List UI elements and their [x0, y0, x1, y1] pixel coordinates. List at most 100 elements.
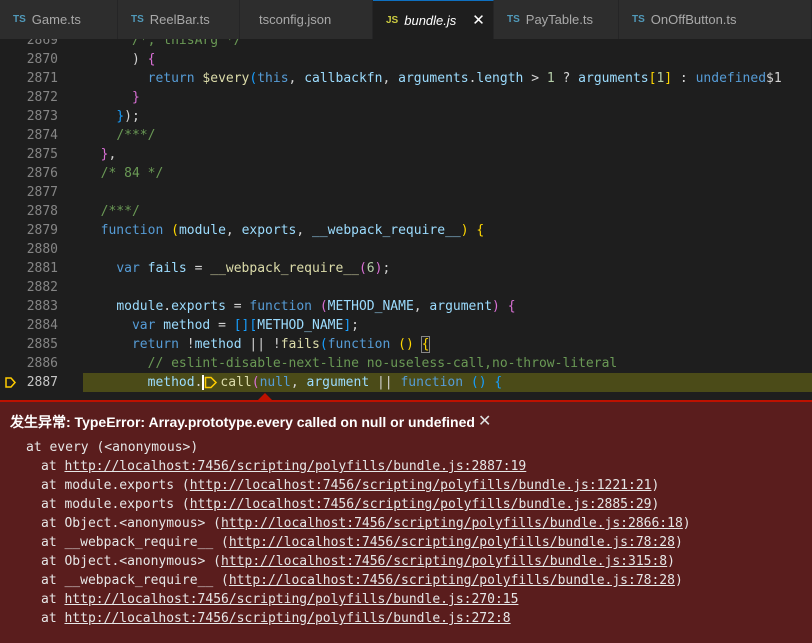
stack-frame: at http://localhost:7456/scripting/polyf…: [41, 590, 518, 609]
line-number: 2871: [26, 71, 58, 86]
code-text[interactable]: return !method || !fails(function () {: [85, 335, 431, 354]
close-icon[interactable]: ✕: [478, 411, 491, 431]
stack-frame-prefix: at __webpack_require__ (: [41, 535, 229, 550]
code-line[interactable]: 2874 /***/: [0, 126, 812, 145]
stack-frame-suffix: ): [674, 535, 683, 550]
stack-frame-prefix: at __webpack_require__ (: [41, 573, 229, 588]
code-line[interactable]: 2877: [0, 183, 812, 202]
line-number: 2878: [26, 204, 58, 219]
tab-paytable-ts[interactable]: TS PayTable.ts: [494, 0, 619, 39]
code-text[interactable]: }: [85, 88, 140, 107]
line-number: 2881: [26, 261, 58, 276]
line-number: 2879: [26, 223, 58, 238]
line-number: 2874: [26, 128, 58, 143]
tab-label: OnOffButton.ts: [650, 12, 737, 27]
line-number: 2873: [26, 109, 58, 124]
ts-file-icon: TS: [131, 14, 144, 25]
code-line[interactable]: 2876 /* 84 */: [0, 164, 812, 183]
code-line[interactable]: 2881 var fails = __webpack_require__(6);: [0, 259, 812, 278]
code-line[interactable]: 2875 },: [0, 145, 812, 164]
code-line[interactable]: 2886 // eslint-disable-next-line no-usel…: [0, 354, 812, 373]
tab-bundle-js[interactable]: JS bundle.js ✕: [373, 0, 494, 39]
stack-frame: at Object.<anonymous> (http://localhost:…: [41, 514, 691, 533]
code-line[interactable]: 2869 /*, thisArg */: [0, 39, 812, 50]
code-text[interactable]: ) {: [85, 50, 156, 69]
line-number: 2877: [26, 185, 58, 200]
line-number: 2882: [26, 280, 58, 295]
stack-frame-link[interactable]: http://localhost:7456/scripting/polyfill…: [221, 554, 667, 569]
code-text[interactable]: },: [85, 145, 117, 164]
exception-widget: 发生异常: TypeError: Array.prototype.every c…: [0, 400, 812, 643]
stack-frame: at module.exports (http://localhost:7456…: [41, 495, 659, 514]
line-number: 2870: [26, 52, 58, 67]
stack-frame-suffix: ): [651, 478, 660, 493]
code-line[interactable]: 2878 /***/: [0, 202, 812, 221]
tab-onoffbutton-ts[interactable]: TS OnOffButton.ts: [619, 0, 812, 39]
code-text[interactable]: method. call(null, argument || function (…: [85, 373, 502, 392]
stack-frame-link[interactable]: http://localhost:7456/scripting/polyfill…: [64, 459, 526, 474]
stack-frame-link[interactable]: http://localhost:7456/scripting/polyfill…: [229, 573, 675, 588]
stack-frame-suffix: ): [651, 497, 660, 512]
code-text[interactable]: var method = [][METHOD_NAME];: [85, 316, 359, 335]
stack-frame-prefix: at every (<anonymous>): [26, 440, 199, 455]
tab-game-ts[interactable]: TS Game.ts: [0, 0, 118, 39]
code-line[interactable]: 2880: [0, 240, 812, 259]
exception-pointer: [258, 393, 272, 400]
code-line[interactable]: 2884 var method = [][METHOD_NAME];: [0, 316, 812, 335]
line-number: 2875: [26, 147, 58, 162]
code-text[interactable]: // eslint-disable-next-line no-useless-c…: [85, 354, 618, 373]
line-number: 2876: [26, 166, 58, 181]
tab-tsconfig-json[interactable]: tsconfig.json: [240, 0, 373, 39]
stack-frame: at every (<anonymous>): [26, 438, 198, 457]
stack-frame-link[interactable]: http://localhost:7456/scripting/polyfill…: [190, 497, 652, 512]
stack-frame: at http://localhost:7456/scripting/polyf…: [41, 457, 526, 476]
code-text[interactable]: module.exports = function (METHOD_NAME, …: [85, 297, 515, 316]
stack-frame-suffix: ): [682, 516, 691, 531]
stack-frame: at __webpack_require__ (http://localhost…: [41, 571, 683, 590]
code-text[interactable]: function (module, exports, __webpack_req…: [85, 221, 485, 240]
line-number: 2887: [26, 375, 58, 390]
close-icon[interactable]: ✕: [472, 11, 485, 29]
tab-reelbar-ts[interactable]: TS ReelBar.ts: [118, 0, 240, 39]
code-line[interactable]: 2872 }: [0, 88, 812, 107]
line-number: 2886: [26, 356, 58, 371]
code-line[interactable]: 2870 ) {: [0, 50, 812, 69]
code-line[interactable]: 2885 return !method || !fails(function (…: [0, 335, 812, 354]
stack-frame: at Object.<anonymous> (http://localhost:…: [41, 552, 675, 571]
stack-frame-link[interactable]: http://localhost:7456/scripting/polyfill…: [229, 535, 675, 550]
code-line[interactable]: 2883 module.exports = function (METHOD_N…: [0, 297, 812, 316]
stack-frame-prefix: at Object.<anonymous> (: [41, 516, 222, 531]
code-text[interactable]: /***/: [85, 126, 155, 145]
code-text[interactable]: /* 84 */: [85, 164, 164, 183]
inline-breakpoint-icon[interactable]: [204, 376, 218, 389]
stack-frame-link[interactable]: http://localhost:7456/scripting/polyfill…: [64, 611, 510, 626]
stack-frame-link[interactable]: http://localhost:7456/scripting/polyfill…: [221, 516, 683, 531]
stack-frame-prefix: at Object.<anonymous> (: [41, 554, 222, 569]
ts-file-icon: TS: [632, 14, 645, 25]
ts-file-icon: TS: [13, 14, 26, 25]
code-line[interactable]: 2882: [0, 278, 812, 297]
code-line[interactable]: 2879 function (module, exports, __webpac…: [0, 221, 812, 240]
code-text[interactable]: /***/: [85, 202, 140, 221]
line-number: 2880: [26, 242, 58, 257]
stack-frame-link[interactable]: http://localhost:7456/scripting/polyfill…: [190, 478, 652, 493]
line-number: 2872: [26, 90, 58, 105]
code-line[interactable]: 2873 });: [0, 107, 812, 126]
line-number: 2883: [26, 299, 58, 314]
editor-tab-bar: TS Game.ts TS ReelBar.ts tsconfig.json JS bund…: [0, 0, 812, 39]
code-text[interactable]: var fails = __webpack_require__(6);: [85, 259, 390, 278]
stack-frame-prefix: at module.exports (: [41, 497, 190, 512]
code-line[interactable]: 2871 return $every(this, callbackfn, arg…: [0, 69, 812, 88]
code-line[interactable]: 2887 method. call(null, argument || funct…: [0, 373, 812, 392]
code-editor[interactable]: 2869 /*, thisArg */2870 ) {2871 return $…: [0, 39, 812, 400]
code-text[interactable]: return $every(this, callbackfn, argument…: [85, 69, 782, 88]
stack-frame-prefix: at: [41, 592, 65, 607]
line-number: 2884: [26, 318, 58, 333]
code-text[interactable]: });: [85, 107, 139, 126]
ts-file-icon: TS: [507, 14, 520, 25]
stack-frame: at module.exports (http://localhost:7456…: [41, 476, 659, 495]
code-text[interactable]: /*, thisArg */: [85, 39, 242, 50]
line-number: 2869: [26, 39, 58, 48]
stack-frame-prefix: at module.exports (: [41, 478, 190, 493]
stack-frame-link[interactable]: http://localhost:7456/scripting/polyfill…: [64, 592, 518, 607]
